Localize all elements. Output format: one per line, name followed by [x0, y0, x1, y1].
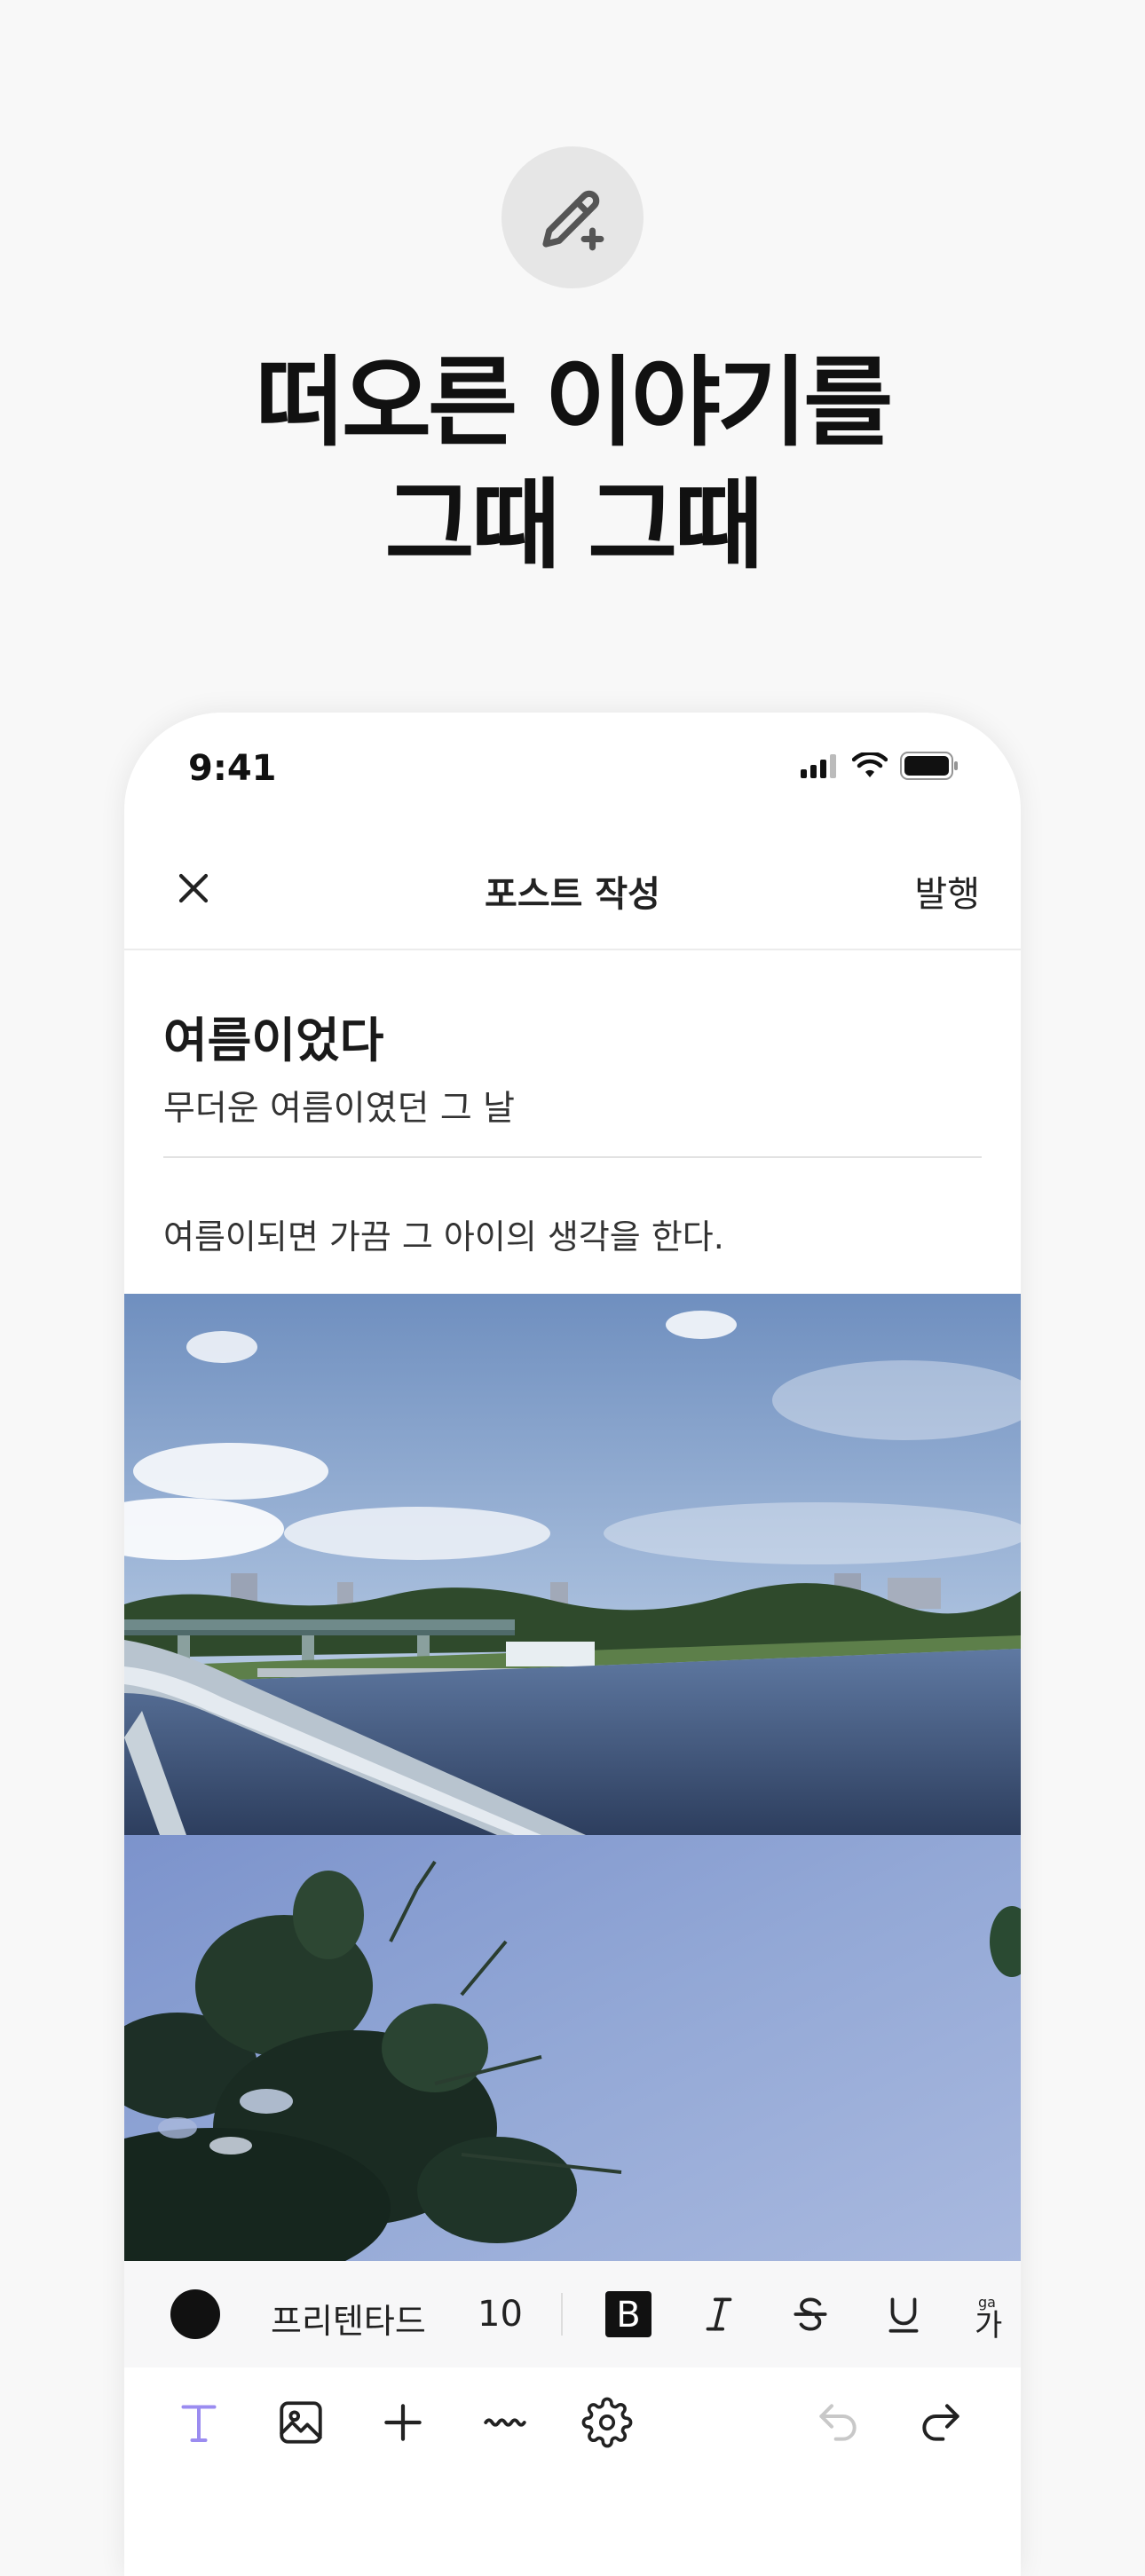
- post-body-text[interactable]: 여름이되면 가끔 그 아이의 생각을 한다.: [163, 1209, 724, 1258]
- wifi-icon: [852, 752, 888, 777]
- river-photo[interactable]: [124, 1294, 1021, 1835]
- font-size-selector[interactable]: 10: [478, 2294, 523, 2335]
- text-color-swatch[interactable]: [170, 2289, 220, 2339]
- undo-icon[interactable]: [809, 2394, 866, 2451]
- status-icons: [801, 752, 959, 780]
- strikethrough-icon[interactable]: [784, 2288, 837, 2341]
- italic-icon[interactable]: [692, 2288, 746, 2341]
- headline-line-2: 그때 그때: [384, 469, 763, 582]
- svg-text:B: B: [616, 2295, 640, 2336]
- redo-icon[interactable]: [912, 2394, 969, 2451]
- format-separator: [561, 2293, 563, 2336]
- format-toolbar: 프리텐타드 10 B ga 가: [124, 2261, 1021, 2369]
- tree-photo[interactable]: [124, 1835, 1021, 2261]
- bold-icon[interactable]: B: [602, 2288, 655, 2341]
- phone-mockup: 9:41 포스트 작성 발행 여름이었다 무더운 여름이였던 그 날 여름이되면…: [124, 713, 1021, 2576]
- ruby-icon[interactable]: ga 가: [975, 2288, 1021, 2341]
- underline-icon[interactable]: [877, 2288, 930, 2341]
- publish-button[interactable]: 발행: [914, 865, 980, 917]
- title-divider: [163, 1156, 982, 1158]
- status-time: 9:41: [188, 748, 277, 789]
- divider-line-icon[interactable]: [477, 2394, 533, 2451]
- signal-icon: [801, 754, 836, 778]
- page-headline: 떠오른 이야기를 그때 그때: [0, 342, 1145, 587]
- post-subtitle-field[interactable]: 무더운 여름이였던 그 날: [163, 1081, 515, 1130]
- headline-line-1: 떠오른 이야기를: [255, 346, 894, 460]
- plus-icon[interactable]: [375, 2394, 431, 2451]
- svg-text:가: 가: [975, 2308, 1002, 2339]
- font-selector[interactable]: 프리텐타드: [271, 2294, 426, 2343]
- nav-title: 포스트 작성: [485, 874, 660, 915]
- post-title-field[interactable]: 여름이었다: [163, 1001, 383, 1071]
- pencil-plus-icon: [501, 146, 644, 288]
- gear-icon[interactable]: [579, 2394, 636, 2451]
- editor-nav-bar: 포스트 작성 발행: [124, 828, 1021, 950]
- text-icon[interactable]: [170, 2394, 227, 2451]
- image-icon[interactable]: [272, 2394, 329, 2451]
- editor-toolbar: [124, 2367, 1021, 2483]
- battery-icon: [900, 752, 958, 780]
